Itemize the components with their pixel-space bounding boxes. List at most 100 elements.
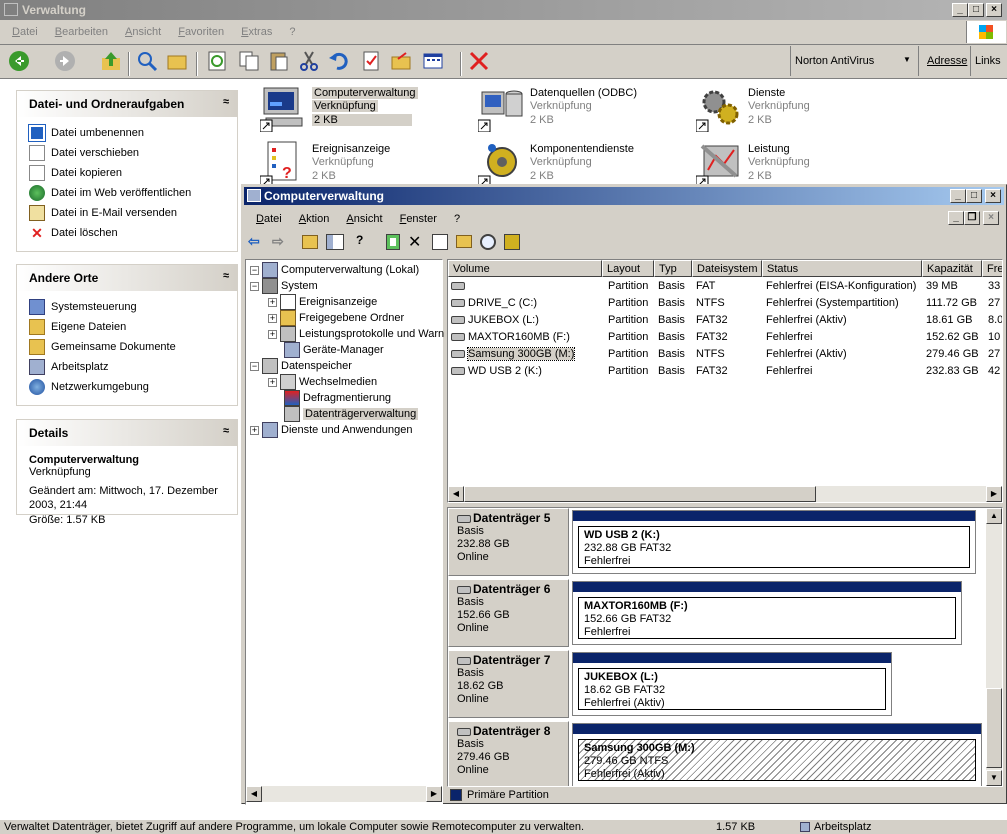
forward-icon[interactable] [54, 50, 76, 72]
disk-label[interactable]: Datenträger 7 Basis 18.62 GB Online [448, 650, 569, 718]
tree-hscroll[interactable]: ◀ ▶ [246, 786, 442, 802]
tree-item-ereignisanzeige[interactable]: + Ereignisanzeige [268, 294, 377, 310]
partition-block[interactable]: WD USB 2 (K:) 232.88 GB FAT32 Fehlerfrei [572, 510, 976, 574]
cm-child-minimize-button[interactable]: _ [948, 211, 964, 225]
cm-search-icon[interactable] [480, 234, 496, 250]
disk-vscroll[interactable]: ▲ ▼ [986, 508, 1002, 786]
close-button[interactable]: × [986, 3, 1002, 17]
collapse-icon[interactable]: ≈ [223, 425, 229, 437]
cm-refresh-icon[interactable] [386, 234, 400, 250]
task-delete[interactable]: ✕ Datei löschen [29, 223, 225, 243]
cm-child-restore-button[interactable]: ❐ [964, 211, 980, 225]
sync-icon[interactable] [206, 50, 228, 72]
cm-help-icon[interactable]: ? [356, 233, 372, 249]
cm-menu-fenster[interactable]: Fenster [400, 213, 437, 225]
menu-help[interactable]: ? [289, 26, 295, 38]
scroll-right-icon[interactable]: ▶ [426, 786, 442, 802]
cm-properties-icon[interactable] [432, 234, 448, 250]
place-my-computer[interactable]: Arbeitsplatz [29, 357, 225, 377]
partition-block[interactable]: MAXTOR160MB (F:) 152.66 GB FAT32 Fehlerfre… [572, 581, 962, 645]
cm-minimize-button[interactable]: _ [950, 189, 966, 203]
folders-icon[interactable] [166, 50, 188, 72]
menu-bearbeiten[interactable]: Bearbeiten [55, 26, 108, 38]
links-label[interactable]: Links [970, 46, 1007, 76]
cm-forward-icon[interactable]: ⇨ [272, 233, 284, 250]
place-shared-documents[interactable]: Gemeinsame Dokumente [29, 337, 225, 357]
views-icon[interactable] [422, 50, 444, 72]
volume-hscroll[interactable]: ◀ ▶ [448, 486, 1002, 502]
col-status[interactable]: Status [762, 260, 922, 277]
menu-favoriten[interactable]: Favoriten [178, 26, 224, 38]
maximize-button[interactable]: □ [968, 3, 984, 17]
tree-item-leistungsprotokolle[interactable]: + Leistungsprotokolle und Warn [268, 326, 444, 342]
undo-icon[interactable] [328, 50, 350, 72]
tree-item-root[interactable]: − Computerverwaltung (Lokal) [250, 262, 419, 278]
table-row[interactable]: JUKEBOX (L:) Partition Basis FAT32 Fehlerfre… [448, 312, 1002, 329]
cm-up-icon[interactable] [302, 235, 318, 249]
menu-ansicht[interactable]: Ansicht [125, 26, 161, 38]
table-row[interactable]: MAXTOR160MB (F:) Partition Basis FAT32 Fehle… [448, 329, 1002, 346]
cm-open-icon[interactable] [456, 235, 472, 248]
tree-item-dienste-anwendungen[interactable]: + Dienste und Anwendungen [250, 422, 413, 438]
task-copy[interactable]: Datei kopieren [29, 163, 225, 183]
scroll-thumb[interactable] [464, 486, 816, 502]
panel-header[interactable]: Datei- und Ordneraufgaben ≈ [17, 91, 237, 117]
task-rename[interactable]: Datei umbenennen [28, 123, 225, 143]
cm-delete-icon[interactable]: ✕ [408, 232, 421, 252]
task-move[interactable]: Datei verschieben [29, 143, 225, 163]
scroll-right-icon[interactable]: ▶ [986, 486, 1002, 502]
partition-block[interactable]: Samsung 300GB (M:) 279.46 GB NTFS Fehlerfr… [572, 723, 982, 786]
partition-block[interactable]: JUKEBOX (L:) 18.62 GB FAT32 Fehlerfrei (Ak… [572, 652, 892, 716]
tree-item-wechselmedien[interactable]: + Wechselmedien [268, 374, 377, 390]
col-layout[interactable]: Layout [602, 260, 654, 277]
chevron-down-icon[interactable]: ▼ [903, 55, 911, 64]
properties-icon[interactable] [360, 50, 382, 72]
cut-icon[interactable] [298, 50, 320, 72]
panel-header[interactable]: Details ≈ [17, 420, 237, 446]
col-kapazitaet[interactable]: Kapazität [922, 260, 982, 277]
norton-toolbar[interactable]: Norton AntiVirus ▼ [790, 46, 916, 76]
copy-icon[interactable] [238, 50, 260, 72]
collapse-icon[interactable]: ≈ [223, 270, 229, 282]
tree-item-geraete-manager[interactable]: Geräte-Manager [284, 342, 384, 358]
disk-label[interactable]: Datenträger 6 Basis 152.66 GB Online [448, 579, 569, 647]
place-network[interactable]: Netzwerkumgebung [29, 377, 225, 397]
disk-label[interactable]: Datenträger 8 Basis 279.46 GB Online [448, 721, 569, 786]
panel-header[interactable]: Andere Orte ≈ [17, 265, 237, 291]
menu-datei[interactable]: Datei [12, 26, 38, 38]
collapse-icon[interactable]: ≈ [223, 96, 229, 108]
col-frei[interactable]: Fre [982, 260, 1002, 277]
cm-settings-icon[interactable] [504, 234, 520, 250]
delete-icon[interactable] [468, 50, 490, 72]
cm-back-icon[interactable]: ⇦ [248, 233, 260, 250]
search-icon[interactable] [136, 50, 158, 72]
cm-menu-ansicht[interactable]: Ansicht [346, 213, 382, 225]
task-publish-web[interactable]: Datei im Web veröffentlichen [29, 183, 225, 203]
table-row[interactable]: Partition Basis FAT Fehlerfrei (EISA-Konfig… [448, 278, 1002, 295]
file-item-dienste[interactable]: Dienste Verknüpfung 2 KB [696, 84, 896, 136]
tree-item-defragmentierung[interactable]: Defragmentierung [284, 390, 391, 406]
up-folder-icon[interactable] [100, 50, 122, 72]
back-icon[interactable] [8, 50, 30, 72]
task-email[interactable]: Datei in E-Mail versenden [29, 203, 225, 223]
tree-item-freigegebene-ordner[interactable]: + Freigegebene Ordner [268, 310, 404, 326]
scroll-up-icon[interactable]: ▲ [986, 508, 1002, 524]
cm-menu-aktion[interactable]: Aktion [299, 213, 330, 225]
paste-icon[interactable] [268, 50, 290, 72]
file-item-computerverwaltung[interactable]: Computerverwaltung Verknüpfung 2 KB [260, 84, 460, 136]
scroll-left-icon[interactable]: ◀ [448, 486, 464, 502]
col-volume[interactable]: Volume [448, 260, 602, 277]
table-row[interactable]: WD USB 2 (K:) Partition Basis FAT32 Fehlerfr… [448, 363, 1002, 380]
scroll-left-icon[interactable]: ◀ [246, 786, 262, 802]
table-row[interactable]: DRIVE_C (C:) Partition Basis NTFS Fehlerfrei… [448, 295, 1002, 312]
cm-menu-help[interactable]: ? [454, 213, 460, 225]
address-label[interactable]: Adresse [918, 46, 970, 76]
favorites-folder-icon[interactable] [390, 50, 412, 72]
menu-extras[interactable]: Extras [241, 26, 272, 38]
tree-item-datenspeicher[interactable]: − Datenspeicher [250, 358, 352, 374]
disk-label[interactable]: Datenträger 5 Basis 232.88 GB Online [448, 508, 569, 576]
cm-show-tree-icon[interactable] [326, 234, 344, 250]
tree-item-datentraegerverwaltung[interactable]: Datenträgerverwaltung [284, 406, 419, 422]
cm-child-close-button[interactable]: × [983, 211, 999, 225]
place-control-panel[interactable]: Systemsteuerung [29, 297, 225, 317]
